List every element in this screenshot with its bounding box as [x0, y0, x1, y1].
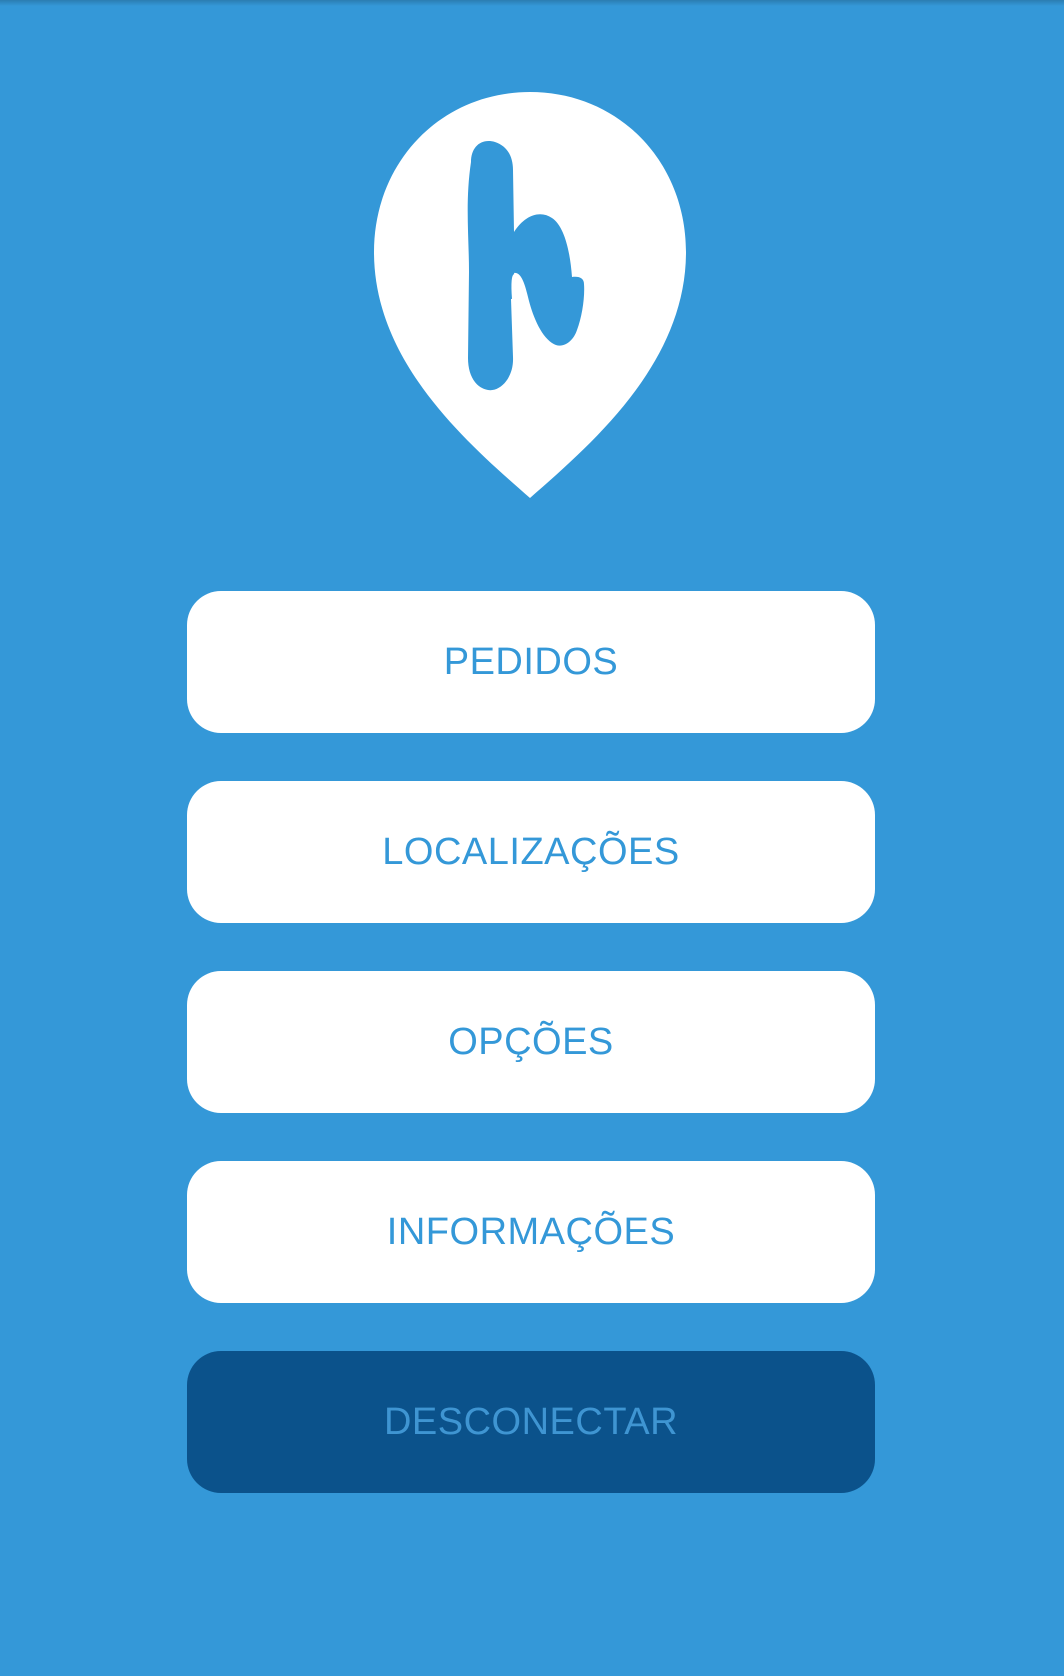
location-pin-h-logo-icon — [374, 92, 686, 498]
orders-button[interactable]: PEDIDOS — [187, 591, 875, 733]
main-menu: PEDIDOS LOCALIZAÇÕES OPÇÕES INFORMAÇÕES … — [187, 591, 875, 1493]
app-logo — [374, 92, 686, 498]
options-button[interactable]: OPÇÕES — [187, 971, 875, 1113]
main-menu-screen: PEDIDOS LOCALIZAÇÕES OPÇÕES INFORMAÇÕES … — [0, 0, 1064, 1676]
locations-button[interactable]: LOCALIZAÇÕES — [187, 781, 875, 923]
information-button[interactable]: INFORMAÇÕES — [187, 1161, 875, 1303]
top-shadow — [0, 0, 1064, 6]
disconnect-button[interactable]: DESCONECTAR — [187, 1351, 875, 1493]
